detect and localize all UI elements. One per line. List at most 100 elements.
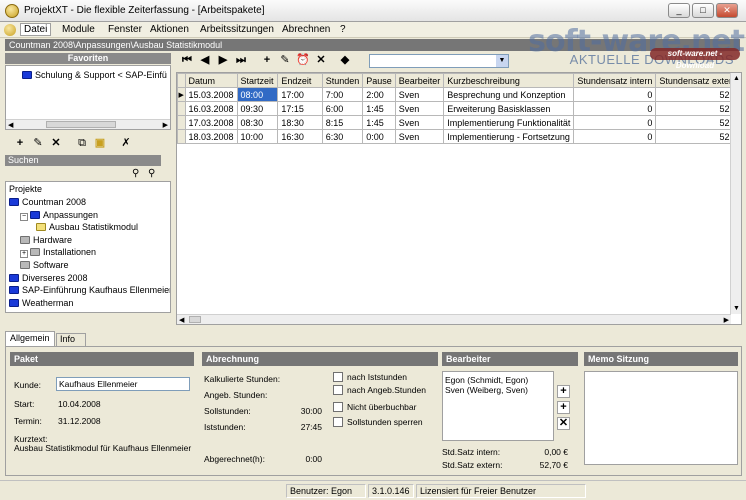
nicht-ueberbuchbar-checkbox[interactable] [333,402,343,412]
table-cell[interactable]: 17.03.2008 [184,115,238,130]
col-datum[interactable]: Datum [184,73,238,88]
table-cell[interactable]: 52,7 [655,129,741,144]
remove-bearbeiter-button[interactable]: ✕ [557,417,570,430]
edit-icon[interactable]: ✎ [31,136,45,150]
tab-info[interactable]: Info [56,333,86,346]
menu-app-icon[interactable] [4,24,16,36]
table-cell[interactable]: Sven [394,101,445,116]
table-cell[interactable]: 1:45 [362,115,396,130]
table-row[interactable]: 16.03.2008 09:30 17:15 6:00 1:45 Sven Erweiter… [177,101,741,116]
col-stundensatz-extern[interactable]: Stundensatz extern [655,73,741,88]
edit-record-icon[interactable]: ✎ [278,53,292,67]
scroll-right-icon[interactable]: ▶ [724,316,729,324]
row-indicator[interactable] [177,101,186,116]
menu-module[interactable]: Module [62,24,95,35]
row-indicator[interactable]: ▶ [177,87,186,102]
chevron-down-icon[interactable]: ▼ [496,55,508,67]
alarm-icon[interactable]: ⏰ [296,53,310,67]
minimize-button[interactable]: _ [668,3,690,18]
add-bearbeiter-button[interactable]: + [557,385,570,398]
table-cell[interactable]: Implementierung Funktionalität [443,115,575,130]
col-endzeit[interactable]: Endzeit [277,73,323,88]
table-cell[interactable]: 8:15 [321,115,364,130]
scroll-right-icon[interactable]: ▶ [163,121,168,129]
delete-icon[interactable]: ✕ [49,136,63,150]
table-cell[interactable]: 0 [573,129,657,144]
folder-up-icon[interactable]: ▣ [93,136,107,150]
app-icon[interactable] [5,4,19,18]
table-cell[interactable]: 52,7 [655,101,741,116]
row-indicator[interactable] [177,115,186,130]
close-button[interactable]: ✕ [716,3,738,18]
list-item[interactable]: Egon (Schmidt, Egon) [445,375,528,385]
table-cell[interactable]: Sven [394,115,445,130]
next-record-icon[interactable]: ▶ [216,53,230,67]
menu-arbeitssitzungen[interactable]: Arbeitssitzungen [200,24,274,35]
col-kurzbeschreibung[interactable]: Kurzbeschreibung [443,73,575,88]
menu-abrechnen[interactable]: Abrechnen [282,24,330,35]
table-cell[interactable]: 10:00 [236,129,279,144]
table-cell[interactable]: Implementierung - Fortsetzung [443,129,575,144]
kunde-field[interactable]: Kaufhaus Ellenmeier [56,377,190,391]
menu-aktionen[interactable]: Aktionen [150,24,189,35]
table-cell[interactable]: Sven [394,129,445,144]
sollstunden-sperren-checkbox[interactable] [333,417,343,427]
first-record-icon[interactable]: ⏮ [180,53,194,67]
tree-item[interactable]: Software [20,260,69,270]
col-startzeit[interactable]: Startzeit [236,73,279,88]
grid-vscrollbar[interactable]: ▲ ▼ [730,73,741,314]
col-bearbeiter[interactable]: Bearbeiter [394,73,445,88]
favorites-hscrollbar[interactable]: ◀ ▶ [6,119,170,129]
add-record-icon[interactable]: + [260,53,274,67]
nach-angeb-stunden-checkbox[interactable] [333,385,343,395]
nach-iststunden-checkbox[interactable] [333,372,343,382]
filter-icon[interactable]: ✗ [119,136,133,150]
table-cell[interactable]: Erweiterung Basisklassen [443,101,575,116]
tree-item[interactable]: Countman 2008 [9,197,86,207]
add-icon[interactable]: + [13,136,27,150]
table-cell[interactable]: 18:30 [277,115,323,130]
prev-record-icon[interactable]: ◀ [198,53,212,67]
table-row[interactable]: ▶ 15.03.2008 08:00 17:00 7:00 2:00 Sven Besprec… [177,87,741,102]
table-cell[interactable]: 2:00 [362,87,396,102]
tree-item[interactable]: Weatherman [9,298,73,308]
table-cell[interactable]: 6:00 [321,101,364,116]
tree-item[interactable]: − Anpassungen [20,210,98,221]
col-stundensatz-intern[interactable]: Stundensatz intern [573,73,657,88]
filter-dropdown[interactable]: ▼ [369,54,509,68]
row-indicator[interactable] [177,129,186,144]
expander-icon[interactable]: − [20,212,28,221]
table-row[interactable]: 17.03.2008 08:30 18:30 8:15 1:45 Sven Implemen… [177,115,741,130]
favorite-item[interactable]: Schulung & Support < SAP-Einfü [22,70,167,80]
table-cell[interactable]: 09:30 [236,101,279,116]
memo-textarea[interactable] [584,371,738,465]
table-cell[interactable]: 08:30 [236,115,279,130]
scroll-left-icon[interactable]: ◀ [179,316,184,324]
scroll-up-icon[interactable]: ▲ [733,75,740,82]
table-cell[interactable]: 6:30 [321,129,364,144]
find-icon[interactable]: ⚲ [132,168,139,179]
add-bearbeiter-alt-button[interactable]: + [557,401,570,414]
table-cell[interactable]: Sven [394,87,445,102]
table-cell[interactable]: 17:00 [277,87,323,102]
tree-item[interactable]: Ausbau Statistikmodul [36,222,138,232]
copy-icon[interactable]: ⧉ [75,136,89,150]
table-cell[interactable]: 16:30 [277,129,323,144]
scroll-thumb[interactable] [189,316,201,323]
expander-icon[interactable]: + [20,250,28,259]
tree-item[interactable]: Diverseres 2008 [9,273,88,283]
bookmark-icon[interactable]: ◆ [338,53,352,67]
find-next-icon[interactable]: ⚲ [148,168,155,179]
table-cell[interactable]: 0 [573,101,657,116]
table-row[interactable]: 18.03.2008 10:00 16:30 6:30 0:00 Sven Implemen… [177,129,741,144]
table-cell[interactable]: Besprechung und Konzeption [443,87,575,102]
maximize-button[interactable]: □ [692,3,714,18]
col-pause[interactable]: Pause [362,73,396,88]
table-cell[interactable]: 0 [573,115,657,130]
tree-item[interactable]: + Installationen [20,247,96,259]
table-cell[interactable]: 15.03.2008 [184,87,238,102]
table-cell[interactable]: 52,7 [655,115,741,130]
scroll-thumb[interactable] [46,121,116,128]
list-item[interactable]: Sven (Weiberg, Sven) [445,385,528,395]
scroll-left-icon[interactable]: ◀ [8,121,13,129]
